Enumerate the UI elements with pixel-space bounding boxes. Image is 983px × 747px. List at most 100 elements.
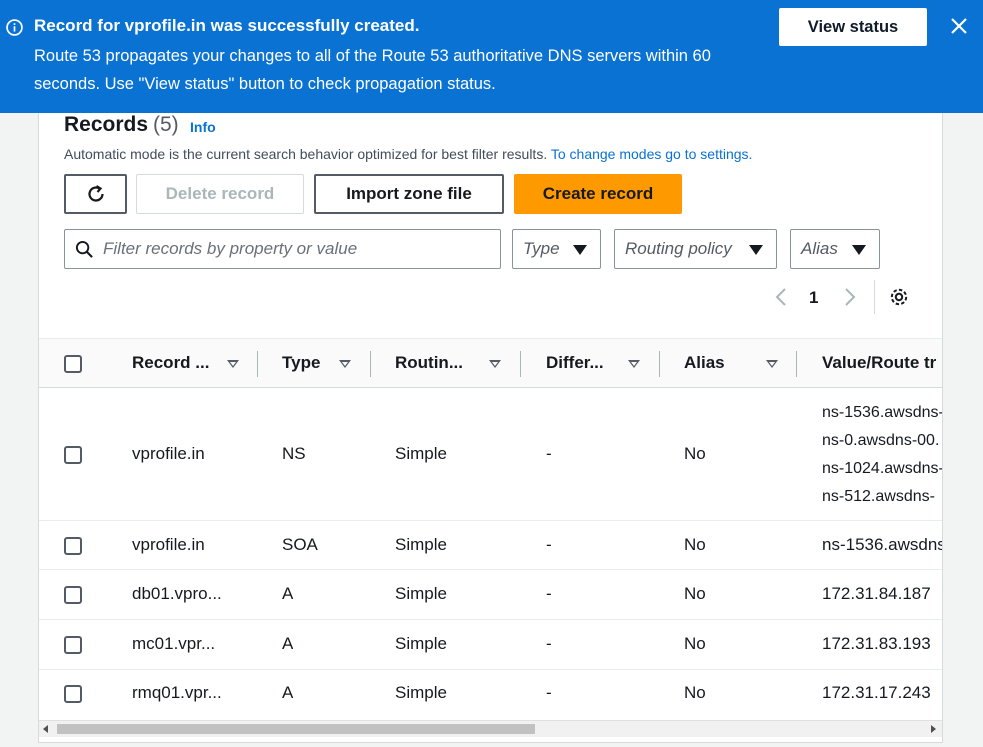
- table-row[interactable]: vprofile.in SOA Simple - No ns-1536.awsd…: [39, 521, 943, 570]
- info-icon: [6, 19, 23, 36]
- row-checkbox[interactable]: [64, 685, 82, 703]
- search-input[interactable]: [103, 230, 493, 268]
- alias-cell: No: [684, 683, 706, 702]
- chevron-left-icon[interactable]: [772, 286, 790, 308]
- differentiator-cell: -: [546, 584, 552, 603]
- routing-policy-filter-select[interactable]: Routing policy: [614, 229, 777, 269]
- flash-title: Record for vprofile.in was successfully …: [34, 16, 420, 35]
- records-count: (5): [153, 113, 179, 136]
- column-header-record-name[interactable]: Record ...: [132, 353, 209, 373]
- differentiator-cell: -: [546, 535, 552, 554]
- value-cell: 172.31.83.193: [822, 634, 931, 653]
- column-resizer[interactable]: [370, 351, 371, 377]
- record-name-cell: db01.vpro...: [132, 584, 222, 603]
- routing-cell: Simple: [395, 444, 447, 463]
- alias-filter-label: Alias: [801, 239, 838, 258]
- value-line: ns-1536.awsdns-: [822, 404, 943, 421]
- column-header-alias[interactable]: Alias: [684, 353, 725, 373]
- record-name-cell: mc01.vpr...: [132, 634, 216, 653]
- scrollbar-thumb[interactable]: [57, 724, 535, 734]
- type-filter-select[interactable]: Type: [512, 229, 601, 269]
- alias-filter-select[interactable]: Alias: [790, 229, 880, 269]
- record-name-cell: vprofile.in: [132, 444, 205, 463]
- caret-down-icon: [573, 245, 587, 255]
- table-header: Record ... Type Routin... Differ... Alia…: [39, 338, 942, 388]
- value-line: ns-512.awsdns-: [822, 488, 935, 505]
- description-text: Automatic mode is the current search beh…: [64, 146, 548, 162]
- differentiator-cell: -: [546, 444, 552, 463]
- chevron-right-icon[interactable]: [841, 286, 859, 308]
- sort-icon[interactable]: [227, 360, 239, 368]
- type-cell: A: [282, 584, 294, 603]
- flash-message: Route 53 propagates your changes to all …: [34, 47, 711, 93]
- routing-cell: Simple: [395, 584, 447, 603]
- alias-cell: No: [684, 634, 706, 653]
- row-checkbox[interactable]: [64, 446, 82, 464]
- type-cell: A: [282, 634, 294, 653]
- gear-icon[interactable]: [888, 286, 910, 308]
- differentiator-cell: -: [546, 683, 552, 702]
- column-resizer[interactable]: [520, 351, 521, 377]
- sort-icon[interactable]: [766, 360, 778, 368]
- record-name-cell: rmq01.vpr...: [132, 683, 222, 702]
- value-line: ns-1024.awsdns-: [822, 460, 943, 477]
- table-row[interactable]: db01.vpro... A Simple - No 172.31.84.187: [39, 570, 942, 620]
- view-status-button[interactable]: View status: [779, 8, 927, 46]
- close-icon[interactable]: [948, 15, 970, 37]
- routing-cell: Simple: [395, 535, 447, 554]
- value-cell: 172.31.84.187: [822, 584, 931, 603]
- filter-search: [64, 229, 501, 269]
- settings-link[interactable]: To change modes go to settings.: [551, 146, 753, 162]
- column-header-value[interactable]: Value/Route tr: [822, 353, 942, 373]
- create-record-button[interactable]: Create record: [514, 174, 682, 214]
- pager-divider: [874, 280, 875, 314]
- horizontal-scrollbar[interactable]: [39, 720, 942, 737]
- scroll-left-arrow-icon[interactable]: [43, 725, 48, 733]
- record-name-cell: vprofile.in: [132, 535, 205, 554]
- column-resizer[interactable]: [796, 351, 797, 377]
- column-resizer[interactable]: [659, 351, 660, 377]
- records-panel: Records (5) Info Automatic mode is the c…: [38, 113, 943, 743]
- caret-down-icon: [852, 245, 866, 255]
- type-cell: A: [282, 683, 294, 702]
- refresh-button[interactable]: [64, 174, 127, 214]
- search-mode-description: Automatic mode is the current search beh…: [64, 146, 752, 162]
- column-header-routing-policy[interactable]: Routin...: [395, 353, 463, 373]
- success-flash-banner: Record for vprofile.in was successfully …: [0, 0, 983, 113]
- table-row[interactable]: rmq01.vpr... A Simple - No 172.31.17.243: [39, 670, 942, 720]
- select-all-checkbox[interactable]: [64, 355, 82, 373]
- sort-icon[interactable]: [628, 360, 640, 368]
- routing-filter-label: Routing policy: [625, 239, 732, 258]
- records-heading: Records: [64, 113, 149, 136]
- routing-cell: Simple: [395, 683, 447, 702]
- alias-cell: No: [684, 444, 706, 463]
- column-resizer[interactable]: [257, 351, 258, 377]
- value-cell: ns-1536.awsdns- ns-0.awsdns-00. ns-1024.…: [822, 399, 943, 511]
- type-cell: NS: [282, 444, 306, 463]
- page-number[interactable]: 1: [809, 288, 818, 308]
- routing-cell: Simple: [395, 634, 447, 653]
- refresh-icon: [87, 185, 104, 202]
- row-checkbox[interactable]: [64, 586, 82, 604]
- alias-cell: No: [684, 535, 706, 554]
- table-row[interactable]: vprofile.in NS Simple - No ns-1536.awsdn…: [39, 389, 943, 521]
- caret-down-icon: [749, 245, 763, 255]
- column-header-differentiator[interactable]: Differ...: [546, 353, 604, 373]
- column-header-type[interactable]: Type: [282, 353, 320, 373]
- type-filter-label: Type: [523, 239, 560, 258]
- row-checkbox[interactable]: [64, 636, 82, 654]
- differentiator-cell: -: [546, 634, 552, 653]
- type-cell: SOA: [282, 535, 318, 554]
- sort-icon[interactable]: [489, 360, 501, 368]
- info-link[interactable]: Info: [190, 119, 216, 135]
- import-zone-file-button[interactable]: Import zone file: [314, 174, 504, 214]
- value-cell: 172.31.17.243: [822, 683, 931, 702]
- value-line: ns-0.awsdns-00.: [822, 432, 940, 449]
- alias-cell: No: [684, 584, 706, 603]
- sort-icon[interactable]: [339, 360, 351, 368]
- row-checkbox[interactable]: [64, 537, 82, 555]
- table-row[interactable]: mc01.vpr... A Simple - No 172.31.83.193: [39, 620, 942, 670]
- scroll-right-arrow-icon[interactable]: [931, 725, 936, 733]
- delete-record-button[interactable]: Delete record: [136, 174, 304, 214]
- value-cell: ns-1536.awsdns-: [822, 535, 943, 554]
